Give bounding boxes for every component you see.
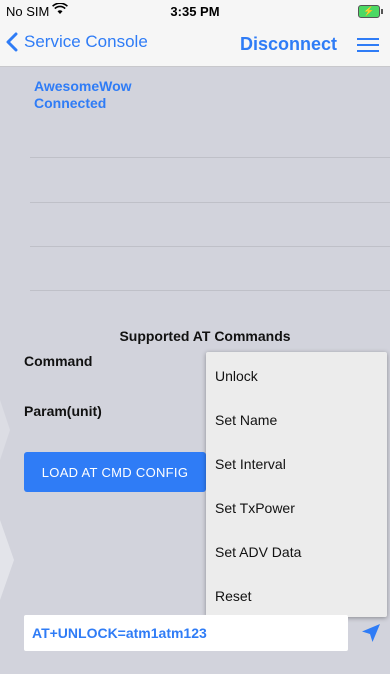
send-icon[interactable] [360, 622, 382, 644]
divider [30, 246, 390, 247]
back-button-label: Service Console [24, 32, 148, 51]
at-command-input[interactable] [24, 615, 348, 651]
decorative-shape [0, 520, 14, 600]
divider [30, 157, 390, 158]
command-dropdown-menu: Unlock Set Name Set Interval Set TxPower… [206, 352, 387, 617]
dropdown-option-set-txpower[interactable]: Set TxPower [206, 486, 387, 530]
param-label: Param(unit) [24, 403, 102, 419]
dropdown-option-set-adv-data[interactable]: Set ADV Data [206, 530, 387, 574]
connection-status: Connected [34, 95, 107, 111]
at-commands-heading: Supported AT Commands [119, 328, 291, 344]
chevron-left-icon [6, 32, 18, 52]
clock-time: 3:35 PM [170, 4, 220, 19]
battery-icon: ⚡ [358, 5, 383, 18]
status-bar: No SIM 3:35 PM ⚡ [0, 0, 390, 22]
navigation-bar: Service Console Disconnect [0, 22, 390, 67]
dropdown-option-reset[interactable]: Reset [206, 574, 387, 618]
decorative-shape [0, 400, 10, 460]
hamburger-menu-icon[interactable] [357, 38, 379, 56]
device-name: AwesomeWow [34, 78, 132, 94]
divider [30, 290, 390, 291]
load-at-cmd-config-button[interactable]: LOAD AT CMD CONFIG [24, 452, 206, 492]
back-button[interactable]: Service Console [6, 32, 148, 52]
disconnect-button[interactable]: Disconnect [240, 34, 337, 55]
command-label: Command [24, 353, 93, 369]
device-info: AwesomeWow Connected [34, 78, 132, 112]
dropdown-option-set-name[interactable]: Set Name [206, 398, 387, 442]
divider [30, 202, 390, 203]
dropdown-option-set-interval[interactable]: Set Interval [206, 442, 387, 486]
dropdown-option-unlock[interactable]: Unlock [206, 354, 387, 398]
